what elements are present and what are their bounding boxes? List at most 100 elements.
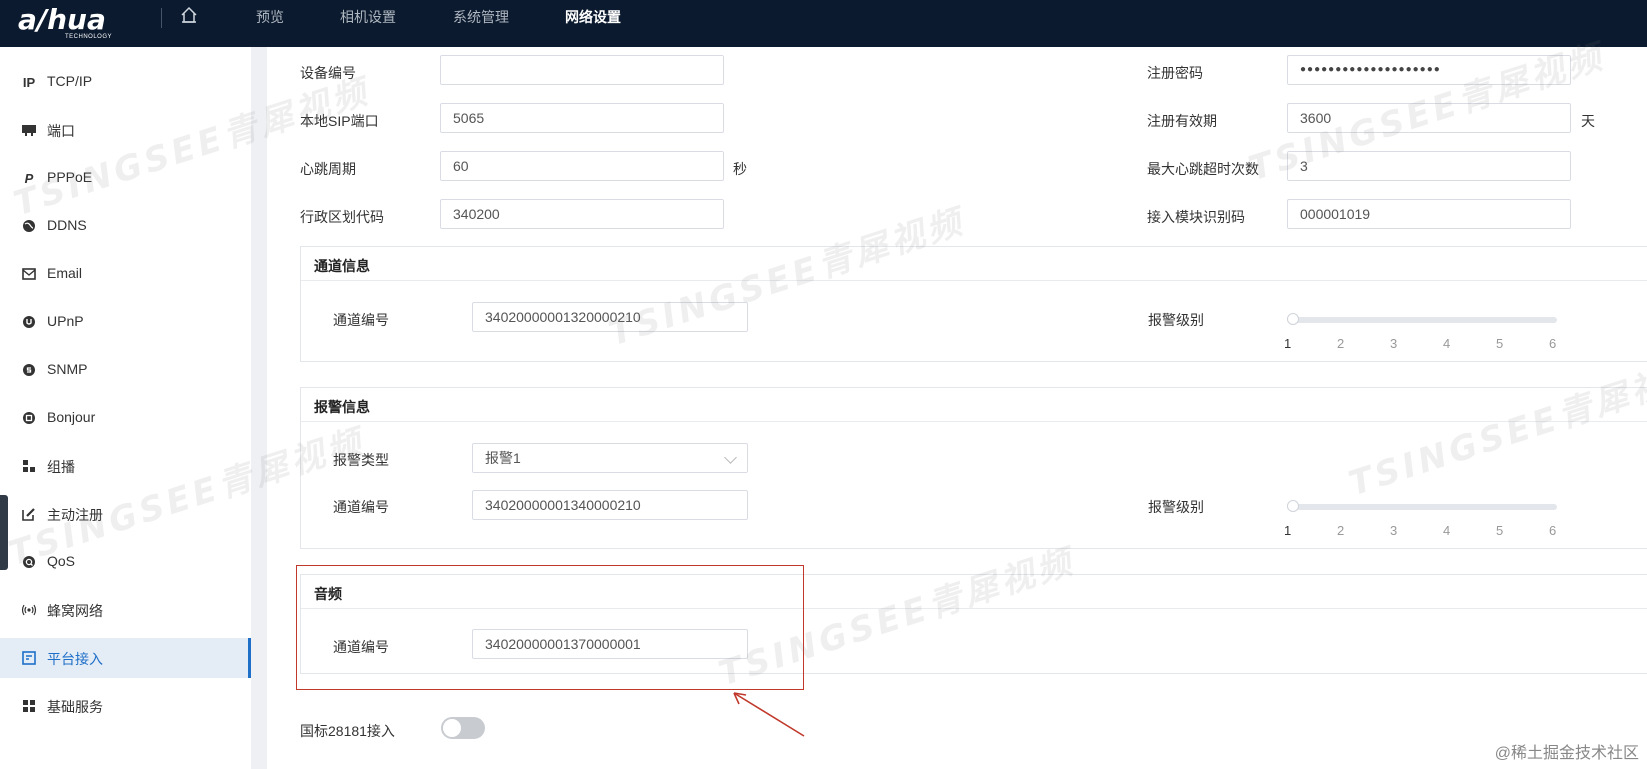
channel-info-section: 通道信息 通道编号 34020000001320000210 报警级别 1 2 … xyxy=(300,246,1647,362)
sidebar-item-multicast[interactable]: 组播 xyxy=(0,446,251,486)
floating-edge-widget[interactable] xyxy=(0,495,8,570)
channel-number-input[interactable]: 34020000001370000001 xyxy=(472,629,748,659)
sidebar-item-tcpip[interactable]: IP TCP/IP xyxy=(0,62,251,102)
sidebar-item-basic-service[interactable]: 基础服务 xyxy=(0,686,251,726)
sidebar-item-snmp[interactable]: SNMP xyxy=(0,350,251,390)
top-navbar: a/hua TECHNOLOGY 预览 相机设置 系统管理 网络设置 xyxy=(0,0,1647,47)
nav-preview[interactable]: 预览 xyxy=(256,7,284,27)
sidebar-item-ddns[interactable]: DDNS xyxy=(0,206,251,246)
upnp-icon xyxy=(21,314,37,330)
alarm-level-label: 报警级别 xyxy=(1148,312,1204,328)
sidebar-item-label: PPPoE xyxy=(47,169,93,185)
alarm-info-section: 报警信息 报警类型 报警1 通道编号 34020000001340000210 … xyxy=(300,387,1647,549)
sidebar: IP TCP/IP 端口 P PPPoE DDNS Email UPnP SNM… xyxy=(0,47,251,769)
heartbeat-input[interactable]: 60 xyxy=(440,151,724,181)
globe-icon xyxy=(21,218,37,234)
logo-subtitle: TECHNOLOGY xyxy=(65,34,113,40)
sidebar-item-label: Email xyxy=(47,265,83,281)
local-sip-port-label: 本地SIP端口 xyxy=(300,113,379,129)
sidebar-item-label: 平台接入 xyxy=(47,651,103,667)
sidebar-item-label: 端口 xyxy=(47,123,75,139)
alarm-type-select[interactable]: 报警1 xyxy=(472,443,748,473)
port-icon xyxy=(21,122,37,138)
sidebar-item-email[interactable]: Email xyxy=(0,254,251,294)
channel-number-input[interactable]: 34020000001340000210 xyxy=(472,490,748,520)
logo-text: a/hua xyxy=(18,3,106,36)
nav-divider xyxy=(161,8,162,28)
sidebar-item-platform-access[interactable]: 平台接入 xyxy=(0,638,251,678)
nav-network-settings[interactable]: 网络设置 xyxy=(565,7,621,27)
device-id-input[interactable] xyxy=(440,55,724,85)
sidebar-item-label: QoS xyxy=(47,553,76,569)
slider-tick: 4 xyxy=(1443,336,1451,351)
slider-tick: 5 xyxy=(1496,336,1504,351)
qos-icon xyxy=(21,554,37,570)
slider-track xyxy=(1287,504,1557,510)
sidebar-item-bonjour[interactable]: Bonjour xyxy=(0,398,251,438)
slider-tick: 4 xyxy=(1443,523,1451,538)
sidebar-item-label: 组播 xyxy=(47,459,75,475)
channel-number-input[interactable]: 34020000001320000210 xyxy=(472,302,748,332)
reg-validity-unit: 天 xyxy=(1581,113,1595,129)
snmp-icon xyxy=(21,362,37,378)
reg-password-input[interactable]: ●●●●●●●●●●●●●●●●●●●● xyxy=(1287,55,1571,85)
section-header: 音频 xyxy=(301,575,1647,609)
channel-number-label: 通道编号 xyxy=(333,312,389,328)
alarm-level-label: 报警级别 xyxy=(1148,499,1204,515)
annotation-arrow xyxy=(733,692,805,737)
sidebar-item-active-register[interactable]: 主动注册 xyxy=(0,494,251,534)
pppoe-icon: P xyxy=(24,170,34,186)
module-id-input[interactable]: 000001019 xyxy=(1287,199,1571,229)
sidebar-item-upnp[interactable]: UPnP xyxy=(0,302,251,342)
reg-validity-input[interactable]: 3600 xyxy=(1287,103,1571,133)
device-id-label: 设备编号 xyxy=(300,65,356,81)
sidebar-item-port[interactable]: 端口 xyxy=(0,110,251,150)
ip-icon: IP xyxy=(22,74,36,90)
home-icon[interactable] xyxy=(180,6,198,24)
section-header: 报警信息 xyxy=(301,388,1647,422)
slider-tick: 5 xyxy=(1496,523,1504,538)
nav-system-management[interactable]: 系统管理 xyxy=(453,7,509,27)
sidebar-item-cellular[interactable]: 蜂窝网络 xyxy=(0,590,251,630)
slider-track xyxy=(1287,317,1557,323)
mail-icon xyxy=(21,266,37,282)
max-heartbeat-timeouts-input[interactable]: 3 xyxy=(1287,151,1571,181)
slider-tick: 2 xyxy=(1337,523,1345,538)
alarm-type-label: 报警类型 xyxy=(333,452,389,468)
slider-tick: 3 xyxy=(1390,523,1398,538)
slider-tick: 3 xyxy=(1390,336,1398,351)
sidebar-item-qos[interactable]: QoS xyxy=(0,542,251,582)
module-id-label: 接入模块识别码 xyxy=(1147,209,1245,225)
toggle-knob xyxy=(443,719,461,737)
admin-code-label: 行政区划代码 xyxy=(300,209,384,225)
gb28181-label: 国标28181接入 xyxy=(300,723,395,739)
alarm-level-slider[interactable]: 1 2 3 4 5 6 xyxy=(1284,497,1557,538)
corner-watermark: @稀土掘金技术社区 xyxy=(1494,745,1639,762)
heartbeat-unit: 秒 xyxy=(733,161,747,177)
sidebar-item-label: Bonjour xyxy=(47,409,96,425)
sidebar-item-label: 基础服务 xyxy=(47,699,103,715)
cellular-icon xyxy=(21,602,37,618)
sidebar-item-pppoe[interactable]: P PPPoE xyxy=(0,158,251,198)
slider-tick: 6 xyxy=(1549,523,1557,538)
admin-code-input[interactable]: 340200 xyxy=(440,199,724,229)
reg-password-label: 注册密码 xyxy=(1147,65,1203,81)
slider-tick: 6 xyxy=(1549,336,1557,351)
slider-thumb[interactable] xyxy=(1287,500,1299,512)
grid-icon xyxy=(21,698,37,714)
audio-section: 音频 通道编号 34020000001370000001 xyxy=(300,574,1647,674)
multicast-icon xyxy=(21,458,37,474)
gb28181-toggle[interactable] xyxy=(441,717,485,739)
reg-validity-label: 注册有效期 xyxy=(1147,113,1217,129)
sidebar-item-label: TCP/IP xyxy=(47,73,93,89)
slider-tick: 1 xyxy=(1284,523,1292,538)
section-header: 通道信息 xyxy=(301,247,1647,281)
slider-thumb[interactable] xyxy=(1287,313,1299,325)
alarm-level-slider[interactable]: 1 2 3 4 5 6 xyxy=(1284,310,1557,351)
slider-tick: 2 xyxy=(1337,336,1345,351)
edit-icon xyxy=(21,506,37,522)
nav-camera-settings[interactable]: 相机设置 xyxy=(340,7,396,27)
chevron-down-icon xyxy=(724,451,737,464)
section-title: 通道信息 xyxy=(314,258,370,274)
local-sip-port-input[interactable]: 5065 xyxy=(440,103,724,133)
